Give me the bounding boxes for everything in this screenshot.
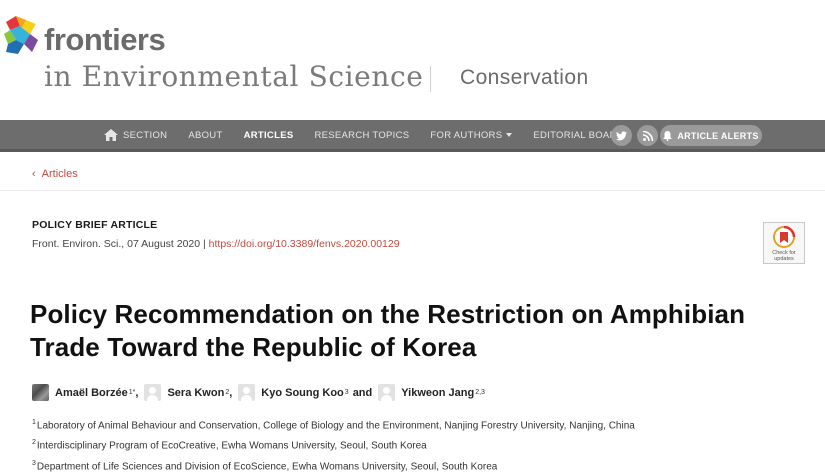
rss-icon	[642, 130, 653, 141]
nav-item-label: FOR AUTHORS	[430, 129, 503, 141]
nav-item-label: ABOUT	[188, 129, 223, 141]
citation-line: Front. Environ. Sci., 07 August 2020 | h…	[32, 238, 400, 250]
twitter-button[interactable]	[611, 125, 632, 146]
author-affiliation-marker: 1*	[128, 389, 136, 396]
affiliation-number: 1	[32, 419, 36, 426]
avatar-placeholder-icon	[144, 384, 162, 401]
home-icon	[104, 129, 118, 141]
author[interactable]: Sera Kwon 2	[144, 384, 229, 401]
affiliation: 1Laboratory of Animal Behaviour and Cons…	[32, 414, 635, 434]
article-alerts-button[interactable]: ARTICLE ALERTS	[660, 125, 762, 146]
author-name[interactable]: Amaël Borzée	[55, 387, 128, 399]
author-affiliation-marker: 3	[344, 389, 349, 396]
nav-item-research-topics[interactable]: RESEARCH TOPICS	[314, 130, 409, 141]
author-name[interactable]: Sera Kwon	[167, 387, 224, 399]
author-name[interactable]: Yikweon Jang	[401, 387, 474, 399]
nav-item-articles[interactable]: ARTICLES	[244, 130, 294, 141]
breadcrumb[interactable]: ‹ Articles	[32, 168, 78, 180]
rss-button[interactable]	[637, 125, 658, 146]
site-header: frontiers in Environmental Science Conse…	[0, 0, 825, 120]
journal-name[interactable]: in Environmental Science	[44, 60, 423, 93]
article-alerts-label: ARTICLE ALERTS	[677, 130, 759, 141]
breadcrumb-link[interactable]: Articles	[42, 168, 78, 180]
author-affiliation-marker: 2,3	[475, 389, 485, 396]
article-type: POLICY BRIEF ARTICLE	[32, 219, 158, 231]
logo-wordmark[interactable]: frontiers	[44, 22, 166, 58]
author-separator: ,	[135, 386, 139, 399]
nav-item-label: ARTICLES	[243, 129, 294, 141]
author-separator: ,	[229, 386, 233, 399]
nav-items: SECTION ABOUT ARTICLES RESEARCH TOPICS F…	[104, 120, 645, 150]
check-for-updates-label: Check for updates	[772, 250, 796, 262]
citation-text: Front. Environ. Sci., 07 August 2020 |	[32, 238, 209, 250]
avatar-placeholder-icon	[238, 384, 256, 401]
affiliations: 1Laboratory of Animal Behaviour and Cons…	[32, 414, 635, 473]
author[interactable]: Kyo Soung Koo 3	[238, 384, 349, 401]
chevron-left-icon: ‹	[32, 168, 36, 180]
check-for-updates-icon	[773, 226, 796, 248]
affiliation: 2Interdisciplinary Program of EcoCreativ…	[32, 434, 635, 454]
nav-item-about[interactable]: ABOUT	[188, 130, 222, 141]
bell-icon	[663, 130, 673, 141]
affiliation-text: Laboratory of Animal Behaviour and Conse…	[36, 420, 635, 432]
author-list: Amaël Borzée 1* , Sera Kwon 2 , Kyo Soung …	[32, 384, 485, 401]
affiliation-text: Department of Life Sciences and Division…	[36, 460, 498, 472]
author[interactable]: Yikweon Jang 2,3	[378, 384, 485, 401]
avatar	[32, 384, 49, 401]
avatar-placeholder-icon	[378, 384, 396, 401]
article-title: Policy Recommendation on the Restriction…	[30, 299, 746, 362]
author-and: and	[352, 386, 373, 399]
doi-link[interactable]: https://doi.org/10.3389/fenvs.2020.00129	[209, 238, 400, 250]
twitter-icon	[616, 130, 627, 140]
affiliation-number: 3	[32, 459, 36, 467]
author[interactable]: Amaël Borzée 1*	[32, 384, 135, 401]
caret-down-icon	[506, 133, 513, 137]
nav-item-section[interactable]: SECTION	[104, 129, 167, 141]
check-for-updates-badge[interactable]: Check for updates	[763, 222, 805, 264]
nav-item-for-authors[interactable]: FOR AUTHORS	[430, 129, 513, 141]
section-name[interactable]: Conservation	[460, 66, 589, 90]
header-divider	[430, 66, 431, 92]
author-name[interactable]: Kyo Soung Koo	[261, 387, 344, 399]
frontiers-logo-icon[interactable]	[2, 14, 42, 58]
affiliation-number: 2	[32, 439, 36, 447]
affiliation-text: Interdisciplinary Program of EcoCreative…	[36, 440, 427, 452]
breadcrumb-divider	[0, 190, 825, 191]
nav-item-label: SECTION	[123, 129, 168, 141]
main-nav: SECTION ABOUT ARTICLES RESEARCH TOPICS F…	[0, 120, 825, 152]
nav-item-label: RESEARCH TOPICS	[314, 129, 410, 141]
affiliation: 3Department of Life Sciences and Divisio…	[32, 455, 635, 473]
